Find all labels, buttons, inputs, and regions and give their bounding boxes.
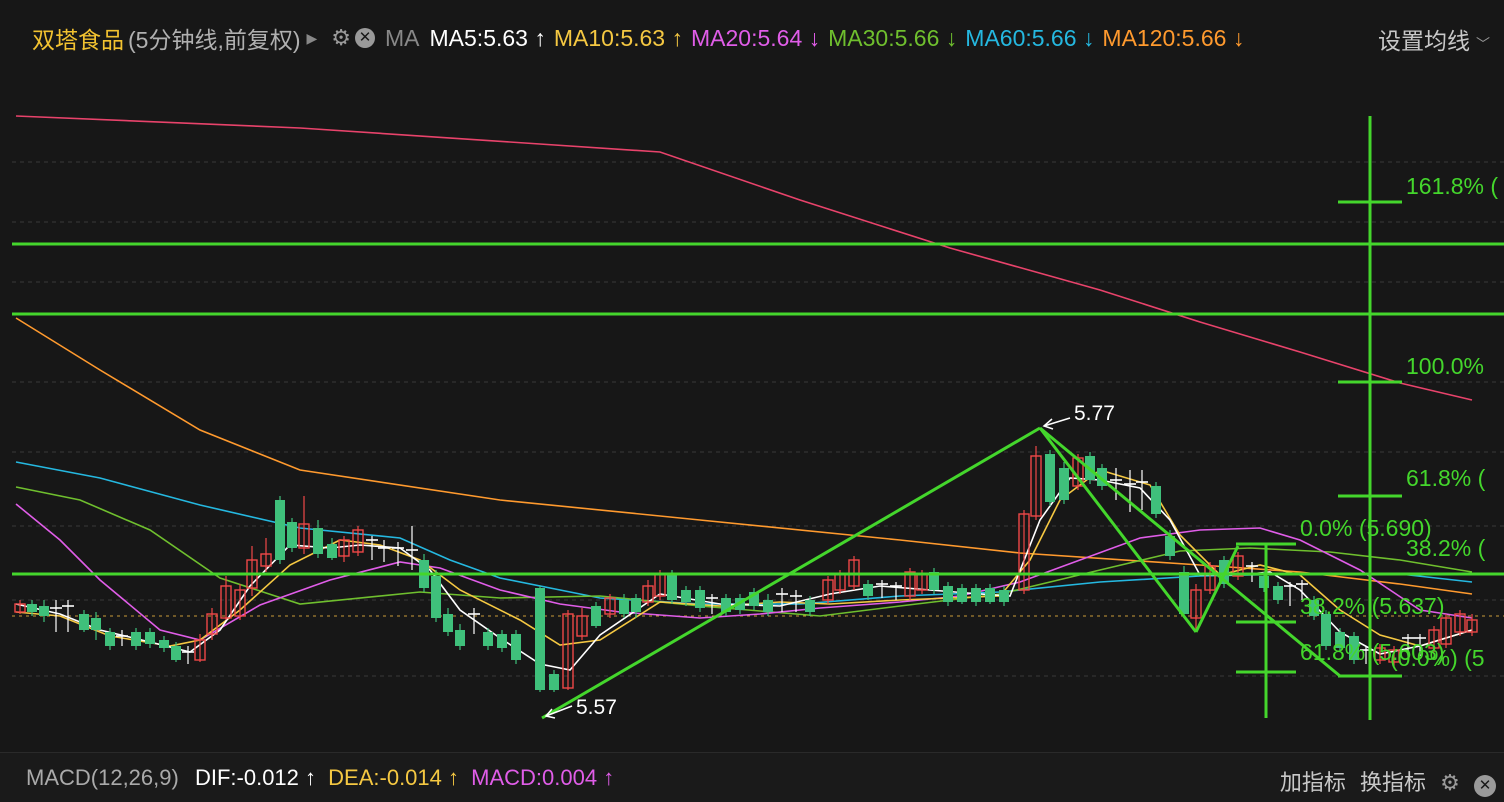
candle-down [1045,454,1055,502]
candle-down [39,606,49,616]
dif-value: DIF:-0.012 [194,765,299,790]
expand-triangle-icon[interactable]: ▶ [307,30,318,47]
candle-down [1179,572,1189,614]
trend-line [1194,545,1240,633]
candle-down [999,590,1009,602]
candle-down [695,590,705,608]
ma-value-4: MA60:5.66 ↓ [965,24,1095,51]
candle-down [863,584,873,596]
candle-down [763,600,773,612]
ma-value-2: MA20:5.64 ↓ [691,24,821,51]
gear-icon[interactable]: ⚙ [331,25,351,51]
chevron-down-icon: ﹀ [1476,36,1490,52]
fib-label: 38.2% (5.637) [1300,593,1444,619]
ma120-line [15,317,1473,595]
ma250-line [15,115,1473,401]
close-circle-icon[interactable]: ✕ [1474,775,1496,797]
stock-name[interactable]: 双塔食品 [32,21,124,55]
candle-down [171,646,181,660]
candle-down [159,640,169,648]
fib-label: 0.0% (5.690) [1300,515,1432,541]
ma-settings-label: 设置均线 [1378,28,1470,54]
dif-arrow: ↑ [305,765,317,790]
fib-label: (0.0%) (5 [1390,645,1485,671]
candle-down [1151,486,1161,514]
ma-legend: 双塔食品 (5分钟线,前复权) ▶ ⚙ ✕ MA MA5:5.63 ↑ MA10:… [32,22,1252,54]
macd-name[interactable]: MACD(12,26,9) [26,765,179,790]
high-price-label: 5.77 [1074,402,1115,425]
candle-down [483,632,493,646]
add-indicator-button[interactable]: 加指标 [1280,765,1346,797]
candle-down [497,634,507,648]
ma-value-5: MA120:5.66 ↓ [1102,24,1245,51]
close-circle-icon[interactable]: ✕ [355,28,376,48]
dea-value: DEA:-0.014 [328,765,442,790]
ma-value-list: MA5:5.63 ↑ MA10:5.63 ↑ MA20:5.64 ↓ MA30:5.6… [430,25,1253,52]
ma-label: MA [385,24,420,51]
macd-actions: 加指标 换指标 ⚙ ✕ [1272,765,1496,797]
candle-down [287,522,297,548]
macd-legend: MACD(12,26,9) DIF:-0.012 ↑ DEA:-0.014 ↑ … [26,765,614,791]
candle-down [1273,586,1283,600]
candle-down [313,528,323,554]
macd-arrow: ↑ [603,765,615,790]
macd-value: MACD:0.004 [471,765,598,790]
candle-down [443,614,453,632]
ma-value-0: MA5:5.63 ↑ [429,24,546,51]
candle-down [631,598,641,612]
trend-line [1038,427,1198,633]
candle-down [511,634,521,660]
candle-down [681,590,691,602]
candle-down [667,574,677,600]
period-label: (5分钟线,前复权) [128,27,301,53]
candle-down [431,576,441,618]
candle-down [91,618,101,630]
switch-indicator-button[interactable]: 换指标 [1360,765,1426,797]
candle-down [455,630,465,646]
candle-down [943,586,953,602]
macd-panel-header: MACD(12,26,9) DIF:-0.012 ↑ DEA:-0.014 ↑ … [0,752,1504,802]
main-kline-chart[interactable]: 5.775.57161.8% (100.0%61.8% (38.2% (0.0%… [0,76,1504,752]
ma-settings-dropdown[interactable]: 设置均线 ﹀ [1378,22,1490,56]
candle-down [275,500,285,560]
candle-down [105,632,115,646]
fib-label: 100.0% [1406,353,1484,379]
candle-down [79,614,89,630]
ma-value-3: MA30:5.66 ↓ [828,24,958,51]
candle-down [327,544,337,558]
candle-down [805,600,815,612]
stock-chart-window: 双塔食品 (5分钟线,前复权) ▶ ⚙ ✕ MA MA5:5.63 ↑ MA10:… [0,0,1504,802]
dea-arrow: ↑ [448,765,460,790]
fib-label: 61.8% ( [1406,465,1486,491]
fib-label: 161.8% ( [1406,173,1498,199]
candle-down [957,588,967,602]
candle-down [971,588,981,602]
candle-down [145,632,155,644]
candle-down [535,588,545,690]
ma-value-1: MA10:5.63 ↑ [553,24,683,51]
ma-legend-bar: 双塔食品 (5分钟线,前复权) ▶ ⚙ ✕ MA MA5:5.63 ↑ MA10:… [0,0,1504,76]
candle-down [131,632,141,646]
candle-down [549,674,559,690]
candle-down [1059,468,1069,500]
candle-down [985,588,995,602]
low-price-label: 5.57 [576,696,617,719]
candle-down [591,606,601,626]
candle-down [619,600,629,614]
trend-line [1039,426,1341,678]
gear-icon[interactable]: ⚙ [1440,770,1460,796]
candle-down [27,604,37,612]
